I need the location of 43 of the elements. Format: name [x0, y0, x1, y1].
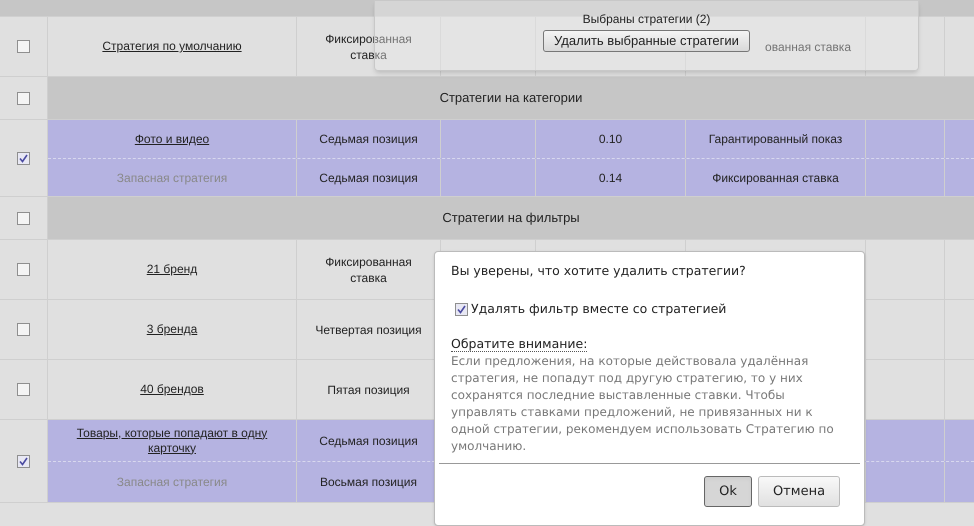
- table-cell-text: 0.10: [598, 131, 622, 148]
- table-cell-text: Фиксированная ставка: [712, 170, 839, 186]
- checkbox[interactable]: [17, 152, 30, 164]
- dialog-button[interactable]: Отмена: [758, 476, 840, 508]
- checkbox[interactable]: [17, 454, 30, 468]
- table-cell: Пятая позиция: [327, 382, 410, 398]
- dialog-button[interactable]: Ok: [704, 476, 752, 508]
- delete-selected-button[interactable]: Удалить выбранные стратегии: [543, 30, 750, 52]
- dialog-question: Вы уверены, что хотите удалить стратегии?: [451, 262, 747, 280]
- checkbox[interactable]: [17, 323, 30, 336]
- checkbox-label[interactable]: Удалять фильтр вместе со стратегией: [471, 300, 726, 318]
- checkbox[interactable]: [17, 212, 30, 224]
- checkbox[interactable]: [17, 263, 30, 276]
- check-icon: [19, 456, 28, 466]
- table-cell: Седьмая позиция: [319, 131, 418, 147]
- strategy-link[interactable]: 21 бренд: [146, 262, 198, 277]
- strategy-link[interactable]: Фото и видео: [134, 132, 210, 146]
- check-icon: [19, 154, 28, 162]
- backup-label: Запасная стратегия: [116, 474, 228, 491]
- strategy-link[interactable]: Товары, которые попадают в одну карточку: [64, 426, 280, 456]
- strategy-link[interactable]: Стратегия по умолчанию: [102, 39, 242, 54]
- table-cell-text: 0.14: [598, 170, 622, 186]
- note-text: Если предложения, на которые действовала удалённая стратегия, не попадут под другую стратегию, то у них сохранятся последние выставленные ставки. Чтобы управлять ставками предложений, не привязанных ни к одной стратегии, рекомендуем использовать Стратегию по умолчанию.: [451, 353, 834, 456]
- group-header: Стратегии на фильтры: [48, 197, 974, 239]
- table-cell: Седьмая позиция: [319, 432, 418, 448]
- table-cell-text: Фиксированная ставка: [324, 254, 413, 286]
- group-header: Стратегии на категории: [48, 77, 974, 119]
- checkbox[interactable]: [17, 383, 30, 396]
- checkbox[interactable]: [455, 302, 468, 316]
- table-cell-text: Фиксированная ставка: [324, 30, 413, 62]
- checkbox[interactable]: [17, 92, 30, 104]
- table-cell: Восьмая позиция: [320, 474, 417, 490]
- table-cell: Четвертая позиция: [315, 322, 422, 338]
- check-icon: [457, 304, 466, 314]
- table-cell: Седьмая позиция: [319, 170, 418, 186]
- checkbox[interactable]: [17, 40, 30, 53]
- selection-count: Выбраны стратегии (2): [582, 11, 710, 28]
- backup-label: Запасная стратегия: [116, 170, 228, 186]
- strategy-link[interactable]: 3 бренда: [146, 322, 198, 337]
- table-cell-text: Гарантированный показ: [708, 131, 842, 148]
- strategy-link[interactable]: 40 брендов: [140, 382, 204, 397]
- note-title: Обратите внимание:: [451, 336, 588, 352]
- table-cell-text: ованная ставка: [765, 38, 851, 56]
